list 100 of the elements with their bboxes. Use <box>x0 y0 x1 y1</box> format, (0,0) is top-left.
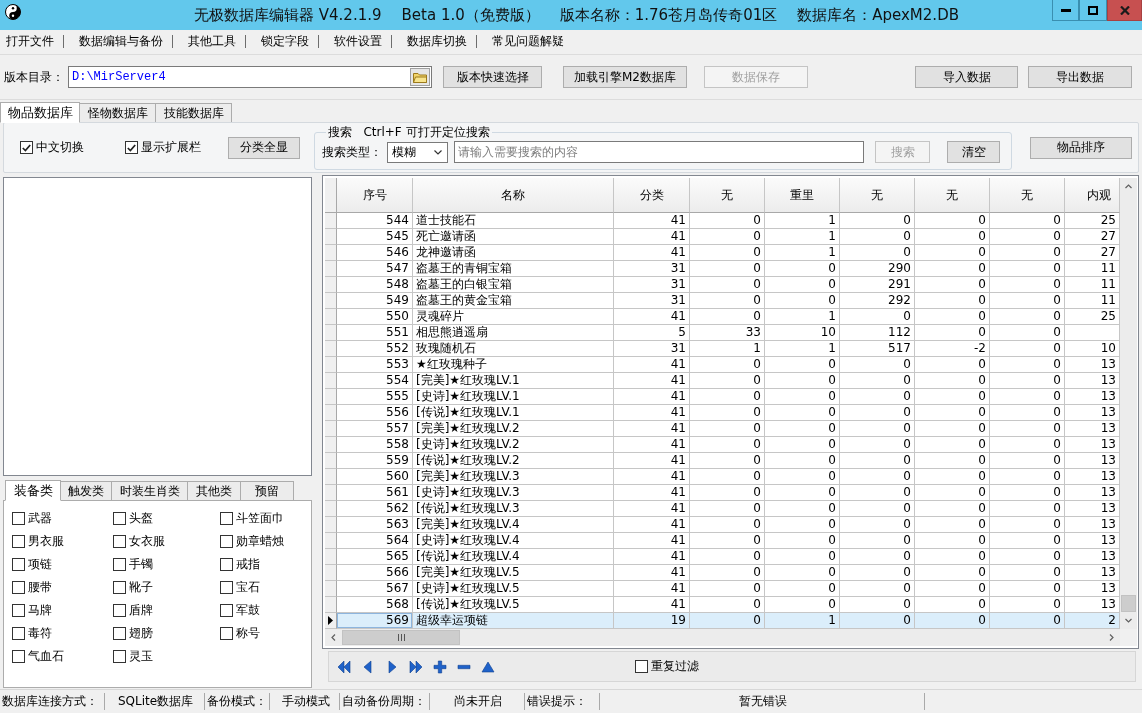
checkbox[interactable] <box>635 660 648 673</box>
category-tab[interactable]: 其他类 <box>187 481 241 500</box>
menu-item[interactable]: 软件设置 <box>334 33 382 49</box>
checkbox[interactable] <box>220 535 233 548</box>
table-cell: 0 <box>915 549 990 565</box>
table-cell: 0 <box>690 373 765 389</box>
checkbox[interactable] <box>113 512 126 525</box>
toolbar-button[interactable]: 导入数据 <box>915 66 1018 88</box>
sort-button[interactable]: 物品排序 <box>1030 136 1132 159</box>
checkbox[interactable] <box>220 604 233 617</box>
checkbox[interactable] <box>12 627 25 640</box>
tab[interactable]: 怪物数据库 <box>79 103 156 122</box>
table-cell: 0 <box>990 373 1065 389</box>
maximize-button[interactable] <box>1079 0 1107 21</box>
column-header[interactable]: 名称 <box>413 178 614 213</box>
horizontal-scrollbar[interactable] <box>325 629 1120 646</box>
column-header[interactable]: 重里 <box>765 178 840 213</box>
show-all-button[interactable]: 分类全显 <box>228 136 300 159</box>
tab[interactable]: 物品数据库 <box>0 102 80 123</box>
right-arrow-icon <box>385 659 399 674</box>
checkbox[interactable] <box>220 558 233 571</box>
path-field[interactable]: D:\MirServer4 <box>68 66 432 88</box>
table-cell: 0 <box>990 613 1065 629</box>
table-cell: 19 <box>614 613 690 629</box>
checkbox[interactable] <box>125 141 138 154</box>
tab[interactable]: 技能数据库 <box>155 103 232 122</box>
table-cell: 41 <box>614 245 690 261</box>
chevron-right-icon <box>1108 634 1115 641</box>
menu-item[interactable]: 数据编辑与备份 <box>79 33 163 49</box>
checkbox[interactable] <box>12 650 25 663</box>
checkbox-label: 勋章蜡烛 <box>236 533 284 550</box>
table-cell: 0 <box>915 261 990 277</box>
checkbox[interactable] <box>12 558 25 571</box>
checkbox[interactable] <box>12 512 25 525</box>
table-cell: 0 <box>915 581 990 597</box>
checkbox[interactable] <box>113 558 126 571</box>
table-cell: 0 <box>840 517 915 533</box>
table-cell: 0 <box>690 581 765 597</box>
toolbar-button[interactable]: 导出数据 <box>1028 66 1132 88</box>
checkbox[interactable] <box>12 581 25 594</box>
checkbox[interactable] <box>220 581 233 594</box>
checkmark-icon <box>127 143 136 152</box>
category-tab[interactable]: 装备类 <box>5 480 61 501</box>
table-cell: 0 <box>990 533 1065 549</box>
checkbox-label: 毒符 <box>28 625 52 642</box>
checkbox[interactable] <box>113 604 126 617</box>
checkbox-label: 斗笠面巾 <box>236 510 284 527</box>
checkbox-label: 戒指 <box>236 556 260 573</box>
vertical-scrollbar[interactable] <box>1120 178 1137 629</box>
search-input[interactable]: 请输入需要搜索的内容 <box>454 141 864 163</box>
table-cell: 41 <box>614 453 690 469</box>
category-tab[interactable]: 预留 <box>240 481 294 500</box>
checkbox[interactable] <box>220 627 233 640</box>
table-cell: 0 <box>840 453 915 469</box>
table-cell: 0 <box>915 373 990 389</box>
column-header[interactable]: 内观 <box>1065 178 1120 213</box>
checkbox-label: 男衣服 <box>28 533 64 550</box>
checkbox[interactable] <box>113 650 126 663</box>
clear-button[interactable]: 清空 <box>947 141 1000 163</box>
scrollbar-thumb[interactable] <box>342 630 460 645</box>
table-cell: 0 <box>990 229 1065 245</box>
column-header[interactable]: 分类 <box>614 178 690 213</box>
toolbar-button[interactable]: 加载引擎M2数据库 <box>563 66 687 88</box>
column-header[interactable]: 无 <box>690 178 765 213</box>
menu-item[interactable]: 锁定字段 <box>261 33 309 49</box>
checkbox[interactable] <box>113 627 126 640</box>
table-cell: 41 <box>614 533 690 549</box>
checkbox[interactable] <box>12 535 25 548</box>
menu-item[interactable]: 打开文件 <box>6 33 54 49</box>
checkbox[interactable] <box>113 581 126 594</box>
scrollbar-thumb[interactable] <box>1121 595 1136 612</box>
table-cell: 0 <box>765 549 840 565</box>
category-tab[interactable]: 时装生肖类 <box>111 481 188 500</box>
table-cell: 0 <box>840 437 915 453</box>
column-header[interactable]: 无 <box>840 178 915 213</box>
yin-yang-icon <box>5 4 21 20</box>
column-header[interactable]: 无 <box>915 178 990 213</box>
search-type-select[interactable]: 模糊 <box>387 141 448 163</box>
table-cell: [史诗]★红玫瑰LV.4 <box>413 533 614 549</box>
browse-folder-button[interactable] <box>410 68 430 86</box>
search-group-title: 搜索 Ctrl+F 可打开定位搜索 <box>327 125 491 139</box>
checkbox[interactable] <box>20 141 33 154</box>
row-indicator[interactable] <box>325 613 337 629</box>
menu-item[interactable]: 数据库切换 <box>407 33 467 49</box>
checkbox[interactable] <box>113 535 126 548</box>
column-header[interactable]: 无 <box>990 178 1065 213</box>
toolbar-button[interactable]: 版本快速选择 <box>443 66 542 88</box>
column-header[interactable]: 序号 <box>337 178 413 213</box>
menu-item[interactable]: 常见问题解疑 <box>492 33 564 49</box>
table-cell: 550 <box>337 309 413 325</box>
category-tab[interactable]: 触发类 <box>60 481 112 500</box>
menu-item[interactable]: 其他工具 <box>188 33 236 49</box>
table-cell: 41 <box>614 581 690 597</box>
checkbox[interactable] <box>12 604 25 617</box>
status-value: 手动模式 <box>281 693 330 710</box>
table-cell: 龙神邀请函 <box>413 245 614 261</box>
table-cell: 0 <box>990 213 1065 229</box>
close-button[interactable] <box>1107 0 1142 21</box>
minimize-button[interactable] <box>1052 0 1079 21</box>
checkbox[interactable] <box>220 512 233 525</box>
